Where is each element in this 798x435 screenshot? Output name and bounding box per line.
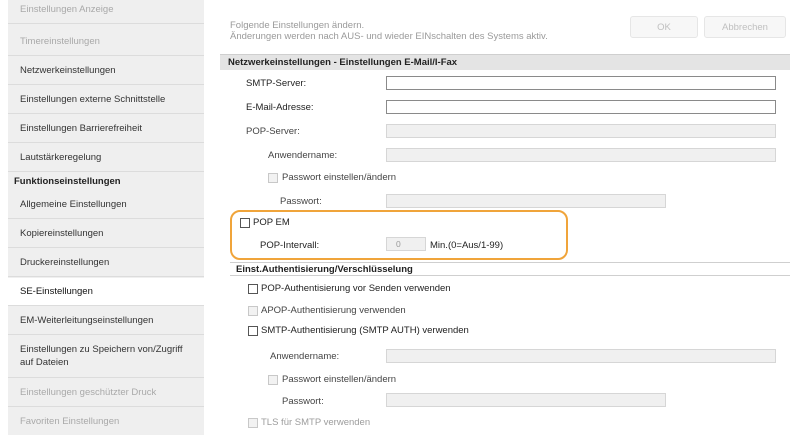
main-panel: Folgende Einstellungen ändern. Änderunge… <box>220 0 790 435</box>
sidebar-item-label: Druckereinstellungen <box>20 257 110 268</box>
auth-password-label: Passwort: <box>282 396 324 407</box>
sidebar-item-em-weiterleitung[interactable]: EM-Weiterleitungseinstellungen <box>8 307 204 335</box>
auth-set-password-checkbox[interactable] <box>268 375 278 385</box>
auth-username-input[interactable] <box>386 349 776 363</box>
sidebar: Einstellungen Anzeige Timereinstellungen… <box>8 0 204 435</box>
pop-before-send-label: POP-Authentisierung vor Senden verwenden <box>261 283 451 294</box>
sidebar-group-header: Funktionseinstellungen <box>14 175 121 187</box>
sidebar-item-label: Netzwerkeinstellungen <box>20 65 116 76</box>
pop-em-checkbox[interactable] <box>240 218 250 228</box>
apop-label: APOP-Authentisierung verwenden <box>261 305 406 316</box>
set-password-label: Passwort einstellen/ändern <box>282 172 397 183</box>
sidebar-item-kopiereinstellungen[interactable]: Kopiereinstellungen <box>8 220 204 248</box>
set-password-checkbox[interactable] <box>268 173 278 183</box>
pop-interval-label: POP-Intervall: <box>260 240 320 251</box>
sidebar-item-speichern-zugriff[interactable]: Einstellungen zu Speichern von/Zugriff a… <box>8 336 204 378</box>
section-divider <box>230 275 790 276</box>
sidebar-item-label: Timereinstellungen <box>20 36 100 47</box>
smtp-auth-label: SMTP-Authentisierung (SMTP AUTH) verwend… <box>261 325 469 336</box>
tls-smtp-label: TLS für SMTP verwenden <box>261 417 371 428</box>
top-note-line2: Änderungen werden nach AUS- und wieder E… <box>230 31 548 42</box>
sidebar-item-se-einstellungen[interactable]: SE-Einstellungen <box>8 278 204 306</box>
sidebar-item-geschuetzter-druck[interactable]: Einstellungen geschützter Druck <box>8 379 204 407</box>
sidebar-item-label: Einstellungen externe Schnittstelle <box>20 94 166 105</box>
email-input[interactable] <box>386 100 776 114</box>
email-label: E-Mail-Adresse: <box>246 102 314 113</box>
ok-button[interactable]: OK <box>630 16 698 38</box>
sidebar-item-label: Allgemeine Einstellungen <box>20 199 127 210</box>
pop-em-label: POP EM <box>253 217 290 228</box>
sidebar-item-label: Favoriten Einstellungen <box>20 416 120 427</box>
sidebar-item-label: Einstellungen Anzeige <box>20 4 114 15</box>
sidebar-item-barrierefreiheit[interactable]: Einstellungen Barrierefreiheit <box>8 115 204 143</box>
sidebar-item-externe-schnittstelle[interactable]: Einstellungen externe Schnittstelle <box>8 86 204 114</box>
apop-checkbox[interactable] <box>248 306 258 316</box>
pop-before-send-checkbox[interactable] <box>248 284 258 294</box>
pop-interval-unit: Min.(0=Aus/1-99) <box>430 240 504 251</box>
sidebar-item-druckereinstellungen[interactable]: Druckereinstellungen <box>8 249 204 277</box>
sidebar-item-label: Kopiereinstellungen <box>20 228 104 239</box>
auth-set-password-label: Passwort einstellen/ändern <box>282 374 397 385</box>
smtp-server-label: SMTP-Server: <box>246 78 307 89</box>
sidebar-item-label: EM-Weiterleitungseinstellungen <box>20 315 154 326</box>
top-note-line1: Folgende Einstellungen ändern. <box>230 20 365 31</box>
sidebar-item-favoriten[interactable]: Favoriten Einstellungen <box>8 408 204 435</box>
pop-interval-input[interactable]: 0 <box>386 237 426 251</box>
password-label: Passwort: <box>280 196 322 207</box>
sidebar-item-label: Einstellungen geschützter Druck <box>20 387 157 398</box>
sidebar-item-label: Lautstärkeregelung <box>20 152 102 163</box>
sidebar-item-netzwerkeinstellungen[interactable]: Netzwerkeinstellungen <box>8 57 204 85</box>
cancel-button[interactable]: Abbrechen <box>704 16 786 38</box>
smtp-server-input[interactable] <box>386 76 776 90</box>
section-title: Netzwerkeinstellungen - Einstellungen E-… <box>220 54 790 70</box>
username-input[interactable] <box>386 148 776 162</box>
password-input[interactable] <box>386 194 666 208</box>
sidebar-item-einstellungen-anzeige[interactable]: Einstellungen Anzeige <box>8 0 204 24</box>
username-label: Anwendername: <box>268 150 338 161</box>
auth-section-title: Einst.Authentisierung/Verschlüsselung <box>236 264 413 275</box>
sidebar-item-timereinstellungen[interactable]: Timereinstellungen <box>8 28 204 56</box>
top-note: Folgende Einstellungen ändern. Änderunge… <box>230 20 548 42</box>
auth-username-label: Anwendername: <box>270 351 340 362</box>
pop-server-input[interactable] <box>386 124 776 138</box>
sidebar-item-label: SE-Einstellungen <box>20 286 93 297</box>
section-divider <box>230 262 790 263</box>
pop-server-label: POP-Server: <box>246 126 300 137</box>
sidebar-item-lautstaerkeregelung[interactable]: Lautstärkeregelung <box>8 144 204 172</box>
sidebar-item-allgemeine-einstellungen[interactable]: Allgemeine Einstellungen <box>8 191 204 219</box>
tls-smtp-checkbox[interactable] <box>248 418 258 428</box>
auth-password-input[interactable] <box>386 393 666 407</box>
smtp-auth-checkbox[interactable] <box>248 326 258 336</box>
sidebar-item-label: Einstellungen zu Speichern von/Zugriff a… <box>20 343 183 368</box>
sidebar-item-label: Einstellungen Barrierefreiheit <box>20 123 142 134</box>
